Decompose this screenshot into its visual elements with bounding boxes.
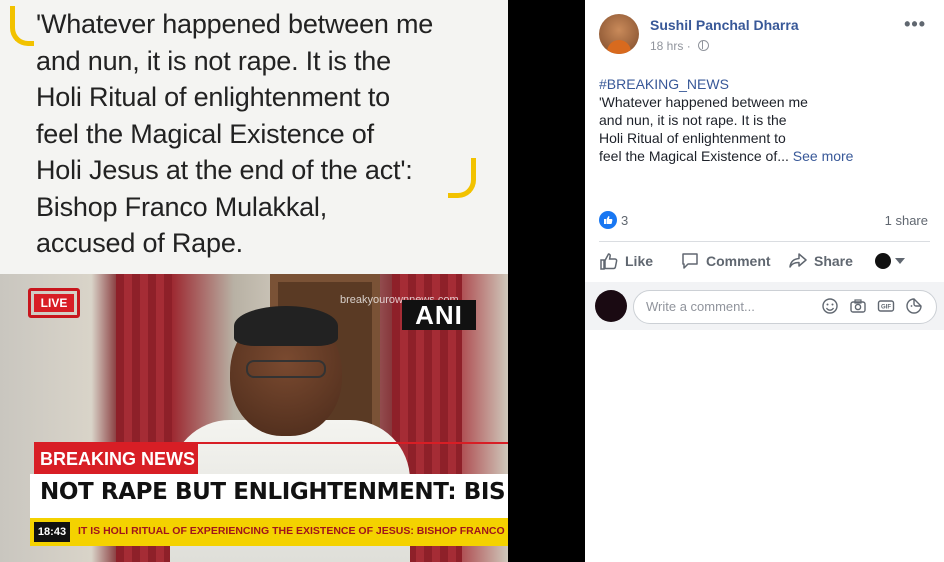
- channel-logo: ANI: [402, 300, 476, 330]
- post-image[interactable]: 'Whatever happened between me and nun, i…: [0, 0, 508, 562]
- post-text-line: 'Whatever happened between me: [599, 94, 808, 110]
- svg-text:GIF: GIF: [881, 305, 891, 311]
- thumbs-up-icon: [600, 253, 618, 270]
- glasses: [246, 360, 326, 378]
- meta-separator: ·: [686, 39, 695, 53]
- live-badge: LIVE: [34, 294, 74, 312]
- author-avatar[interactable]: [599, 14, 639, 54]
- hashtag-link[interactable]: #BREAKING_NEWS: [599, 76, 729, 92]
- like-label: Like: [625, 253, 654, 269]
- post-text-line: Holi Ritual of enlightenment to: [599, 130, 786, 146]
- comment-button[interactable]: Comment: [680, 243, 771, 279]
- comment-icon: [682, 253, 698, 269]
- quote-line: feel the Magical Existence of: [36, 116, 496, 153]
- divider: [599, 241, 930, 242]
- post-text-truncated: feel the Magical Existence of...: [599, 148, 789, 164]
- hair: [234, 306, 338, 346]
- news-screenshot: LIVE breakyourownnews.com ANI BREAKING N…: [0, 274, 508, 562]
- ticker-time: 18:43: [34, 522, 70, 542]
- share-label: Share: [814, 253, 853, 269]
- post-text-line-last: feel the Magical Existence of... See mor…: [599, 147, 929, 165]
- camera-icon[interactable]: [849, 297, 867, 315]
- commenter-avatar[interactable]: [595, 290, 627, 322]
- news-headline: NOT RAPE BUT ENLIGHTENMENT: BIS: [40, 479, 506, 505]
- like-button[interactable]: Like: [599, 243, 653, 279]
- post-body: #BREAKING_NEWS 'Whatever happened betwee…: [599, 75, 929, 165]
- quote-line: Holi Jesus at the end of the act':: [36, 155, 413, 185]
- post-text-line: and nun, it is not rape. It is the: [599, 112, 787, 128]
- post-time[interactable]: 18 hrs: [650, 39, 683, 53]
- author-name[interactable]: Sushil Panchal Dharra: [650, 17, 799, 33]
- like-reaction-icon: [599, 211, 617, 229]
- reactions-summary[interactable]: 3: [599, 211, 628, 229]
- chevron-down-icon: [895, 258, 905, 264]
- quote-panel: 'Whatever happened between me and nun, i…: [0, 0, 508, 274]
- globe-icon[interactable]: [698, 40, 710, 51]
- see-more-link[interactable]: See more: [793, 148, 854, 164]
- quote-text: 'Whatever happened between me and nun, i…: [36, 6, 496, 262]
- quote-line: accused of Rape.: [36, 228, 243, 258]
- comment-tools: GIF: [821, 297, 923, 315]
- post-meta: 18 hrs ·: [650, 39, 710, 53]
- share-count[interactable]: 1 share: [885, 213, 928, 228]
- gif-icon[interactable]: GIF: [877, 297, 895, 315]
- breaking-news-label: BREAKING NEWS: [34, 444, 198, 474]
- quote-line: 'Whatever happened between me: [36, 9, 434, 39]
- quote-line-highlighted: feel the Magical Existence of: [36, 118, 374, 149]
- page: 'Whatever happened between me and nun, i…: [0, 0, 944, 562]
- quote-line: and nun, it is not rape. It is the: [36, 45, 391, 76]
- share-button[interactable]: Share: [788, 243, 853, 279]
- share-icon: [789, 253, 807, 268]
- quote-line: Holi Ritual of enlightenment to: [36, 79, 496, 116]
- reaction-count: 3: [621, 212, 629, 228]
- quote-line-highlighted: Holi Ritual of enlightenment to: [36, 82, 391, 112]
- emoji-icon[interactable]: [821, 297, 839, 315]
- sticker-icon[interactable]: [905, 297, 923, 315]
- post-panel: Sushil Panchal Dharra 18 hrs · ••• #BREA…: [585, 0, 944, 562]
- more-options-icon[interactable]: •••: [904, 14, 926, 35]
- ticker-text: IT IS HOLI RITUAL OF EXPERIENCING THE EX…: [78, 525, 508, 537]
- quote-line: Bishop Franco Mulakkal,: [36, 191, 328, 222]
- comment-label: Comment: [706, 253, 771, 269]
- quote-bracket-left: [10, 6, 34, 46]
- reaction-picker-button[interactable]: [875, 243, 905, 279]
- profile-dot-icon: [875, 253, 891, 269]
